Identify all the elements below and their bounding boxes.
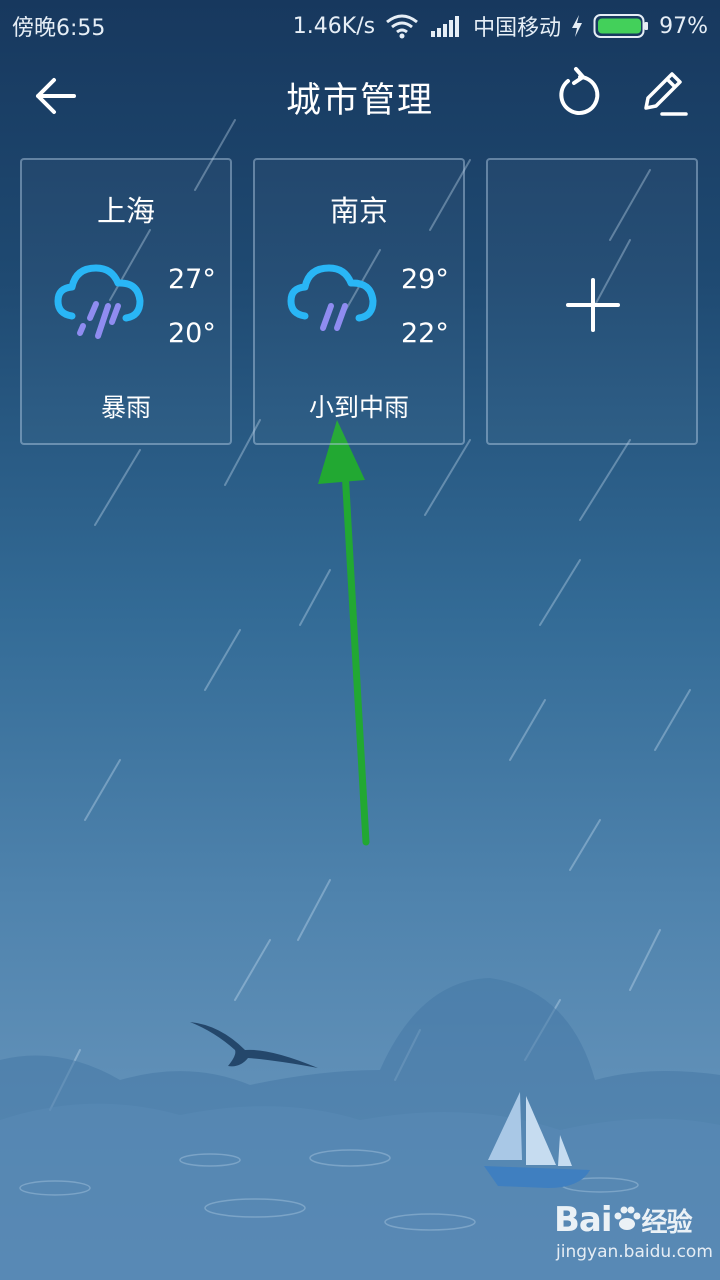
plus-icon (566, 278, 620, 332)
battery-icon (593, 14, 649, 38)
title-bar: 城市管理 (0, 52, 720, 140)
refresh-icon[interactable] (550, 66, 604, 120)
weather-condition: 小到中雨 (308, 393, 409, 422)
city-name: 上海 (96, 194, 155, 228)
city-card-nanjing[interactable]: 南京 29° 22° 小到中雨 (253, 158, 465, 445)
rain-icon (287, 264, 377, 331)
watermark-brand-suffix: 经验 (641, 1208, 693, 1238)
add-city-card[interactable] (486, 158, 698, 445)
bird-silhouette (190, 1022, 318, 1068)
paw-icon (614, 1206, 641, 1230)
heavy-rain-icon (54, 264, 144, 339)
temp-low: 20° (168, 318, 216, 349)
signal-icon (431, 16, 460, 37)
temp-low: 22° (401, 318, 449, 349)
charging-icon (572, 15, 583, 37)
annotation-arrow (318, 420, 370, 846)
edit-icon[interactable] (636, 66, 692, 122)
city-card-shanghai[interactable]: 上海 27° 20° 暴雨 (20, 158, 232, 445)
temp-high: 29° (401, 264, 449, 295)
baidu-jingyan-watermark: Bai 经验 jingyan.baidu.com (548, 1196, 713, 1270)
watermark-brand-text: Bai (554, 1200, 613, 1240)
carrier-name: 中国移动 (473, 16, 562, 41)
back-arrow-icon[interactable] (28, 74, 84, 118)
battery-percent: 97% (659, 13, 708, 39)
status-bar: 傍晚6:55 1.46K/s 中国移动 97% (0, 0, 720, 52)
network-speed: 1.46K/s (292, 13, 376, 39)
wifi-icon (386, 14, 419, 39)
page-title: 城市管理 (285, 81, 434, 121)
status-time: 傍晚6:55 (12, 16, 106, 41)
temp-high: 27° (168, 264, 216, 295)
watermark-brand: Bai 经验 (554, 1200, 693, 1240)
weather-condition: 暴雨 (100, 393, 151, 422)
city-name: 南京 (329, 194, 388, 228)
watermark-site: jingyan.baidu.com (556, 1242, 713, 1262)
